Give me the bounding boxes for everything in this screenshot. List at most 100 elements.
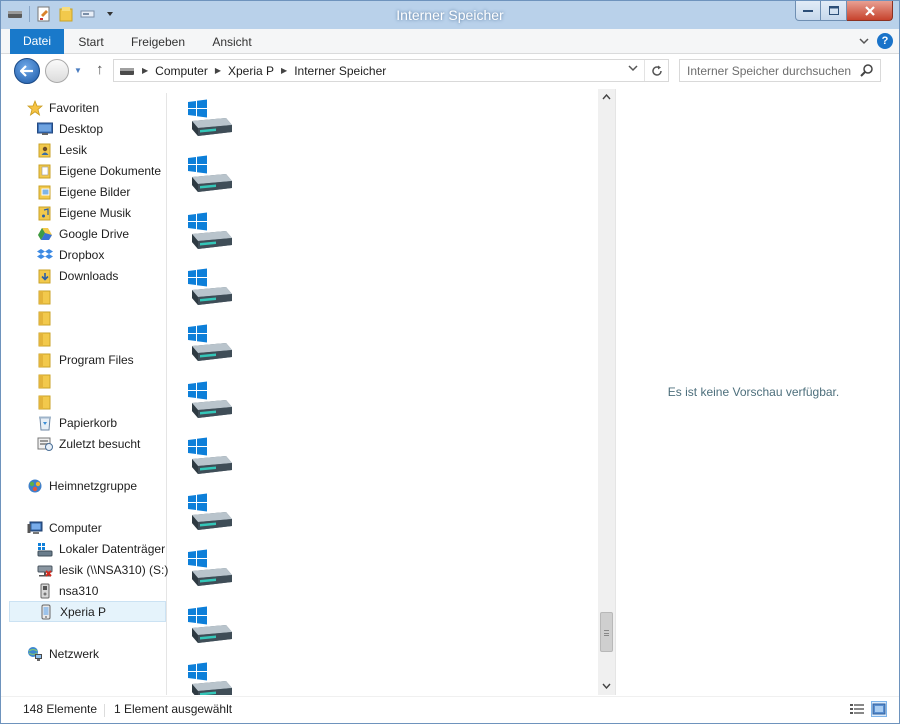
breadcrumb-xperia-p[interactable]: Xperia P <box>228 64 274 78</box>
file-item[interactable] <box>186 155 236 197</box>
help-icon[interactable]: ? <box>877 33 893 49</box>
nav-item-folder[interactable] <box>9 328 166 349</box>
nav-item-desktop[interactable]: Desktop <box>9 118 166 139</box>
nav-item-pictures[interactable]: Eigene Bilder <box>9 181 166 202</box>
network-drive-disconnected-icon <box>37 562 53 578</box>
desktop-icon <box>37 121 53 137</box>
nav-favorites[interactable]: Favoriten <box>9 97 166 118</box>
status-divider <box>104 704 105 717</box>
file-item[interactable] <box>186 437 236 479</box>
search-input[interactable] <box>680 60 856 81</box>
file-item[interactable] <box>186 268 236 310</box>
tab-share[interactable]: Freigeben <box>125 31 191 54</box>
close-button[interactable] <box>847 1 893 21</box>
nav-item-folder[interactable] <box>9 370 166 391</box>
large-icons-view-icon[interactable] <box>871 701 887 717</box>
nav-homegroup[interactable]: Heimnetzgruppe <box>9 475 166 496</box>
pictures-folder-icon <box>37 184 53 200</box>
nav-item-label: Zuletzt besucht <box>59 436 141 451</box>
view-switcher <box>849 701 887 717</box>
file-item[interactable] <box>186 606 236 648</box>
nav-item-label: Favoriten <box>49 100 100 115</box>
nav-item-lesik[interactable]: Lesik <box>9 139 166 160</box>
title-bar: Interner Speicher <box>1 1 899 29</box>
nav-item-label: Lesik <box>59 142 88 157</box>
nav-computer[interactable]: Computer <box>9 517 166 538</box>
file-item[interactable] <box>186 493 236 535</box>
nav-item-recent-places[interactable]: Zuletzt besucht <box>9 433 166 454</box>
nav-item-downloads[interactable]: Downloads <box>9 265 166 286</box>
maximize-button[interactable] <box>821 1 847 21</box>
breadcrumb-chevron-icon[interactable]: ▶ <box>281 66 287 75</box>
expand-ribbon-chevron-icon[interactable] <box>859 34 869 48</box>
folder-icon <box>37 394 53 410</box>
status-bar: 148 Elemente 1 Element ausgewählt <box>1 696 899 723</box>
scroll-up-arrow-icon[interactable] <box>598 89 615 106</box>
search-box[interactable] <box>679 59 881 82</box>
windows-drive-icon <box>186 606 236 651</box>
phone-drive-icon <box>119 63 135 79</box>
phone-icon <box>38 604 54 620</box>
nav-item-folder[interactable] <box>9 307 166 328</box>
no-preview-message: Es ist keine Vorschau verfügbar. <box>667 385 840 399</box>
details-view-icon[interactable] <box>849 701 865 717</box>
nav-item-google-drive[interactable]: Google Drive <box>9 223 166 244</box>
address-history-chevron-icon[interactable] <box>628 64 638 74</box>
back-button[interactable] <box>14 58 40 84</box>
navigation-pane: Favoriten Desktop Lesik Eigene Dokumente… <box>9 93 168 695</box>
network-icon <box>27 646 43 662</box>
forward-button[interactable] <box>45 59 69 83</box>
nav-item-label: Netzwerk <box>49 646 100 661</box>
windows-drive-icon <box>186 99 236 144</box>
breadcrumb-chevron-icon[interactable]: ▶ <box>215 66 221 75</box>
nav-item-nsa310[interactable]: nsa310 <box>9 580 166 601</box>
nav-item-label: Desktop <box>59 121 104 136</box>
file-item[interactable] <box>186 99 236 141</box>
breadcrumb-internal-storage[interactable]: Interner Speicher <box>294 64 386 78</box>
folder-icon <box>37 331 53 347</box>
nav-item-folder[interactable] <box>9 286 166 307</box>
windows-drive-icon <box>186 212 236 257</box>
computer-icon <box>27 520 43 536</box>
nav-item-network-drive[interactable]: lesik (\\NSA310) (S:) <box>9 559 168 580</box>
up-arrow-icon[interactable]: ↑ <box>96 61 104 78</box>
nav-item-xperia-p[interactable]: Xperia P <box>9 601 166 622</box>
recent-places-icon <box>37 436 53 452</box>
selection-count: 1 Element ausgewählt <box>114 702 233 716</box>
nav-item-folder[interactable] <box>9 391 166 412</box>
tab-view[interactable]: Ansicht <box>205 31 259 54</box>
window-title: Interner Speicher <box>396 7 504 23</box>
file-item[interactable] <box>186 662 236 695</box>
breadcrumb-chevron-icon[interactable]: ▶ <box>142 66 148 75</box>
nav-item-documents[interactable]: Eigene Dokumente <box>9 160 166 181</box>
nav-item-label: Papierkorb <box>59 415 118 430</box>
recent-locations-chevron-icon[interactable]: ▼ <box>74 66 82 75</box>
file-item[interactable] <box>186 549 236 591</box>
nav-item-local-disk[interactable]: Lokaler Datenträger <box>9 538 166 559</box>
scroll-down-arrow-icon[interactable] <box>598 678 615 695</box>
windows-drive-icon <box>186 155 236 200</box>
file-item[interactable] <box>186 324 236 366</box>
file-item[interactable] <box>186 381 236 423</box>
scrollbar-thumb[interactable] <box>600 612 613 652</box>
nav-item-program-files[interactable]: Program Files <box>9 349 166 370</box>
nav-network[interactable]: Netzwerk <box>9 643 166 664</box>
file-item[interactable] <box>186 212 236 254</box>
vertical-scrollbar[interactable] <box>598 89 615 695</box>
item-count: 148 Elemente <box>23 702 98 716</box>
tab-start[interactable]: Start <box>71 31 111 54</box>
minimize-button[interactable] <box>795 1 821 21</box>
refresh-button[interactable] <box>644 60 668 81</box>
nav-item-music[interactable]: Eigene Musik <box>9 202 166 223</box>
recycle-bin-icon <box>37 415 53 431</box>
star-icon <box>27 99 43 116</box>
tab-file[interactable]: Datei <box>10 29 64 54</box>
windows-drive-icon <box>186 268 236 313</box>
search-icon[interactable] <box>860 63 874 77</box>
nav-item-recycle-bin[interactable]: Papierkorb <box>9 412 166 433</box>
breadcrumb-computer[interactable]: Computer <box>155 64 208 78</box>
nav-item-dropbox[interactable]: Dropbox <box>9 244 166 265</box>
navigation-bar: ▼ ↑ ▶ Computer ▶ Xperia P ▶ Interner Spe… <box>1 55 899 87</box>
address-bar[interactable]: ▶ Computer ▶ Xperia P ▶ Interner Speiche… <box>113 59 669 82</box>
file-list[interactable] <box>168 93 598 695</box>
